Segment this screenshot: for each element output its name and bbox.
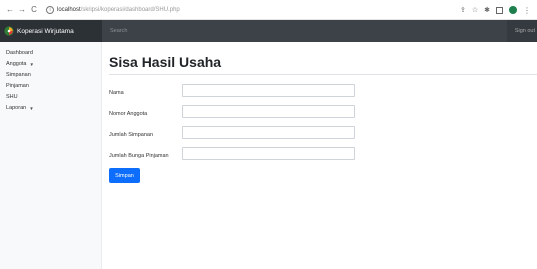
chevron-down-icon: ▼ xyxy=(29,62,34,67)
reload-icon[interactable]: C xyxy=(28,5,40,14)
jumlah-bunga-pinjaman-label: Jumlah Bunga Pinjaman xyxy=(109,153,169,159)
share-icon[interactable]: ⇪ xyxy=(460,6,466,14)
address-bar[interactable]: i localhost/skripsi/koperasi/dashboard/S… xyxy=(46,5,180,14)
nomor-anggota-label: Nomor Anggota xyxy=(109,111,148,117)
sidebar-item-label: Dashboard xyxy=(6,50,33,56)
sidebar-icon[interactable] xyxy=(496,6,503,14)
brand-name: Koperasi Wirjutama xyxy=(17,27,74,35)
forward-arrow-icon[interactable]: → xyxy=(16,5,28,14)
url-path: /skripsi/koperasi/dashboard/SHU.php xyxy=(80,6,180,13)
sidebar-item-label: Laporan xyxy=(6,105,27,111)
sidebar-item-label: Anggota xyxy=(6,61,27,67)
sign-out-link[interactable]: Sign out xyxy=(515,20,535,42)
nama-label: Nama xyxy=(109,90,124,96)
chevron-down-icon: ▼ xyxy=(29,106,34,111)
url-host: localhost xyxy=(57,6,81,13)
brand[interactable]: Koperasi Wirjutama xyxy=(0,20,102,42)
extensions-icon[interactable]: ✱ xyxy=(484,6,490,14)
sidebar-item-label: SHU xyxy=(6,94,18,100)
profile-icon[interactable] xyxy=(509,6,517,14)
sidebar-item-shu[interactable]: SHU xyxy=(6,92,101,103)
sidebar-item-dashboard[interactable]: Dashboard xyxy=(6,48,101,59)
logo-icon xyxy=(4,26,14,36)
site-info-icon[interactable]: i xyxy=(46,5,54,14)
star-icon[interactable]: ☆ xyxy=(472,6,478,14)
page-title: Sisa Hasil Usaha xyxy=(109,54,222,70)
sidebar-item-label: Simpanan xyxy=(6,72,31,78)
main-content: Sisa Hasil Usaha Nama Nomor Anggota Juml… xyxy=(102,42,537,269)
sidebar-item-simpanan[interactable]: Simpanan xyxy=(6,70,101,81)
sidebar: Dashboard Anggota ▼ Simpanan Pinjaman SH… xyxy=(0,42,102,269)
simpan-button[interactable]: Simpan xyxy=(109,168,140,183)
jumlah-simpanan-label: Jumlah Simpanan xyxy=(109,132,154,138)
sidebar-item-label: Pinjaman xyxy=(6,83,29,89)
app-navbar: Koperasi Wirjutama Sign out xyxy=(0,20,537,42)
browser-toolbar: ← → C i localhost/skripsi/koperasi/dashb… xyxy=(0,0,537,20)
search-input[interactable] xyxy=(102,20,507,42)
menu-icon[interactable]: ⋮ xyxy=(523,6,531,15)
back-arrow-icon[interactable]: ← xyxy=(4,5,16,14)
sidebar-item-pinjaman[interactable]: Pinjaman xyxy=(6,81,101,92)
sidebar-item-laporan[interactable]: Laporan ▼ xyxy=(6,103,101,114)
jumlah-bunga-pinjaman-input[interactable] xyxy=(182,147,355,160)
sidebar-item-anggota[interactable]: Anggota ▼ xyxy=(6,59,101,70)
title-divider xyxy=(109,74,537,75)
nomor-anggota-input[interactable] xyxy=(182,105,355,118)
jumlah-simpanan-input[interactable] xyxy=(182,126,355,139)
nama-input[interactable] xyxy=(182,84,355,97)
browser-actions: ⇪ ☆ ✱ ⋮ xyxy=(454,0,531,20)
